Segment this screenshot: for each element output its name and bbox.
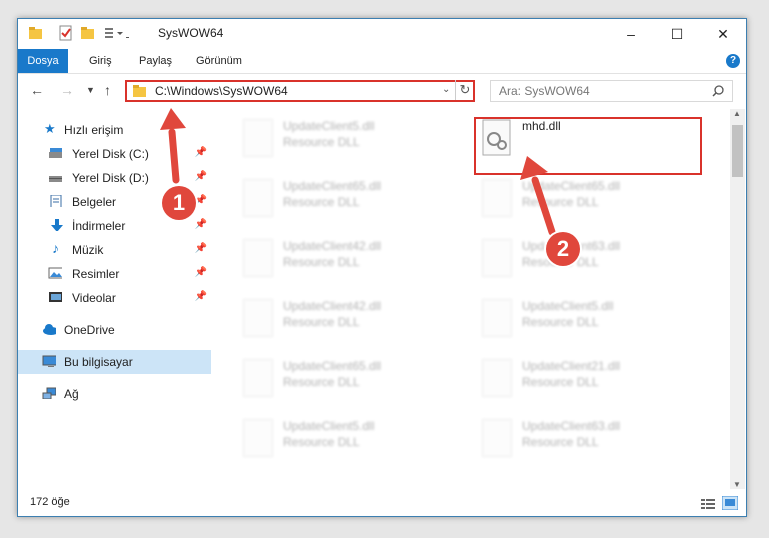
step-marker-2: 2 (546, 232, 580, 266)
arrow-2 (531, 176, 556, 236)
arrow-2-head (520, 156, 548, 180)
arrow-1-head (160, 108, 186, 130)
arrow-1 (168, 128, 180, 184)
annotation-overlay (160, 108, 556, 236)
step-marker-1: 1 (162, 186, 196, 220)
